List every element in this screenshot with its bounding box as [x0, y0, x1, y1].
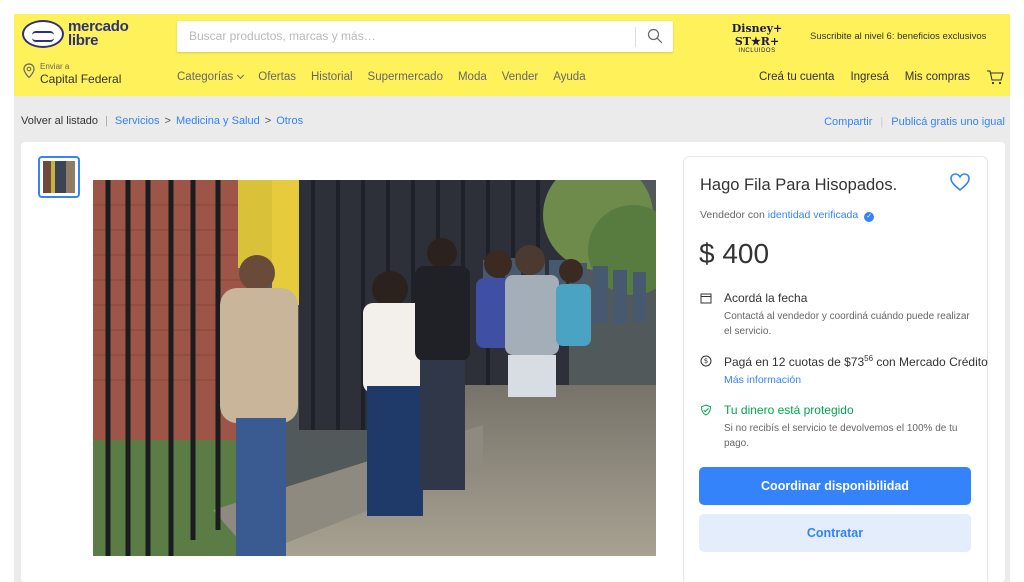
nav-supermercado[interactable]: Supermercado — [368, 71, 443, 83]
purchase-box: Hago Fila Para Hisopados. Vendedor con i… — [683, 156, 988, 582]
nav-historial[interactable]: Historial — [311, 71, 353, 83]
share-links: Compartir | Publicá gratis uno igual — [824, 116, 1005, 128]
installments-cents: 56 — [864, 354, 874, 363]
breadcrumb: Volver al listado | Servicios > Medicina… — [21, 115, 303, 127]
cart-icon[interactable] — [986, 69, 1004, 85]
nav-moda[interactable]: Moda — [458, 71, 487, 83]
more-info-link[interactable]: Más información — [724, 374, 801, 386]
my-purchases-link[interactable]: Mis compras — [905, 71, 970, 83]
search-box — [177, 21, 673, 52]
hire-button[interactable]: Contratar — [699, 514, 971, 552]
agree-date-title: Acordá la fecha — [724, 291, 808, 305]
breadcrumb-separator: > — [264, 115, 272, 127]
location-pin-icon — [23, 63, 35, 79]
location-label: Enviar a — [40, 62, 70, 71]
share-divider: | — [880, 116, 884, 128]
publish-similar-link[interactable]: Publicá gratis uno igual — [891, 116, 1005, 128]
header: mercado libre Disney+ ST★R+ INCLUIDOS Su… — [14, 14, 1010, 96]
logo-text: mercado libre — [68, 19, 129, 49]
login-link[interactable]: Ingresá — [850, 71, 888, 83]
thumbnail-image — [43, 161, 75, 193]
installments-prefix: Pagá en 12 cuotas de $73 — [724, 355, 865, 369]
seller-verification: Vendedor con identidad verificada ✓ — [700, 209, 875, 222]
nav-categorias-label: Categorías — [177, 71, 234, 83]
coordinate-availability-button[interactable]: Coordinar disponibilidad — [699, 467, 971, 505]
gallery-thumbnail[interactable] — [38, 156, 80, 198]
dollar-icon: $ — [700, 355, 712, 367]
chevron-down-icon — [237, 71, 245, 80]
breadcrumb-servicios[interactable]: Servicios — [115, 115, 160, 127]
main-navigation: Categorías Ofertas Historial Supermercad… — [177, 71, 586, 83]
logo[interactable]: mercado libre — [22, 19, 129, 49]
create-account-link[interactable]: Creá tu cuenta — [759, 71, 834, 83]
price: $ 400 — [699, 238, 770, 269]
breadcrumb-medicina-salud[interactable]: Medicina y Salud — [176, 115, 260, 127]
verified-identity-link[interactable]: identidad verificada — [768, 209, 858, 221]
nav-vender[interactable]: Vender — [502, 71, 538, 83]
seller-prefix: Vendedor con — [700, 209, 765, 221]
breadcrumb-divider: | — [105, 115, 108, 127]
location-value: Capital Federal — [40, 72, 122, 86]
installments-suffix: con Mercado Crédito — [873, 355, 988, 369]
heart-icon[interactable] — [949, 172, 971, 192]
promo-brand-sub: INCLUIDOS — [738, 48, 776, 54]
installments-text: Pagá en 12 cuotas de $7356 con Mercado C… — [724, 354, 988, 369]
search-divider — [635, 27, 636, 47]
nav-categorias[interactable]: Categorías — [177, 71, 245, 83]
promo-text[interactable]: Suscribite al nivel 6: beneficios exclus… — [810, 31, 986, 42]
verified-check-icon: ✓ — [864, 212, 875, 222]
disney-star-promo-logo[interactable]: Disney+ ST★R+ INCLUIDOS — [719, 22, 795, 54]
promo-brand: Disney+ ST★R+ — [731, 22, 783, 48]
agree-date-body: Contactá al vendedor y coordiná cuándo p… — [724, 311, 970, 337]
installments-feature: $ Pagá en 12 cuotas de $7356 con Mercado… — [700, 354, 988, 394]
agree-date-feature: Acordá la fecha Contactá al vendedor y c… — [700, 291, 985, 341]
share-link[interactable]: Compartir — [824, 116, 872, 128]
product-title: Hago Fila Para Hisopados. — [700, 176, 898, 194]
nav-ayuda[interactable]: Ayuda — [553, 71, 585, 83]
money-protected-body: Si no recibís el servicio te devolvemos … — [724, 423, 958, 449]
breadcrumb-otros[interactable]: Otros — [276, 115, 303, 127]
logo-line-2: libre — [68, 32, 99, 49]
account-links: Creá tu cuenta Ingresá Mis compras — [759, 71, 970, 83]
back-to-list-link[interactable]: Volver al listado — [21, 115, 98, 127]
product-card: Hago Fila Para Hisopados. Vendedor con i… — [21, 142, 1005, 582]
handshake-logo-icon — [22, 20, 64, 48]
page-frame: mercado libre Disney+ ST★R+ INCLUIDOS Su… — [14, 14, 1010, 582]
calendar-icon — [700, 293, 712, 304]
search-input[interactable] — [189, 29, 619, 43]
nav-ofertas[interactable]: Ofertas — [258, 71, 296, 83]
search-icon[interactable] — [647, 28, 663, 44]
shield-check-icon — [700, 404, 712, 416]
product-photo[interactable] — [93, 180, 656, 556]
money-protected-title: Tu dinero está protegido — [724, 403, 854, 417]
svg-text:$: $ — [704, 357, 708, 365]
breadcrumb-separator: > — [164, 115, 171, 127]
money-protected-feature: Tu dinero está protegido Si no recibís e… — [700, 403, 985, 453]
location-selector[interactable]: Enviar a Capital Federal — [22, 60, 134, 86]
